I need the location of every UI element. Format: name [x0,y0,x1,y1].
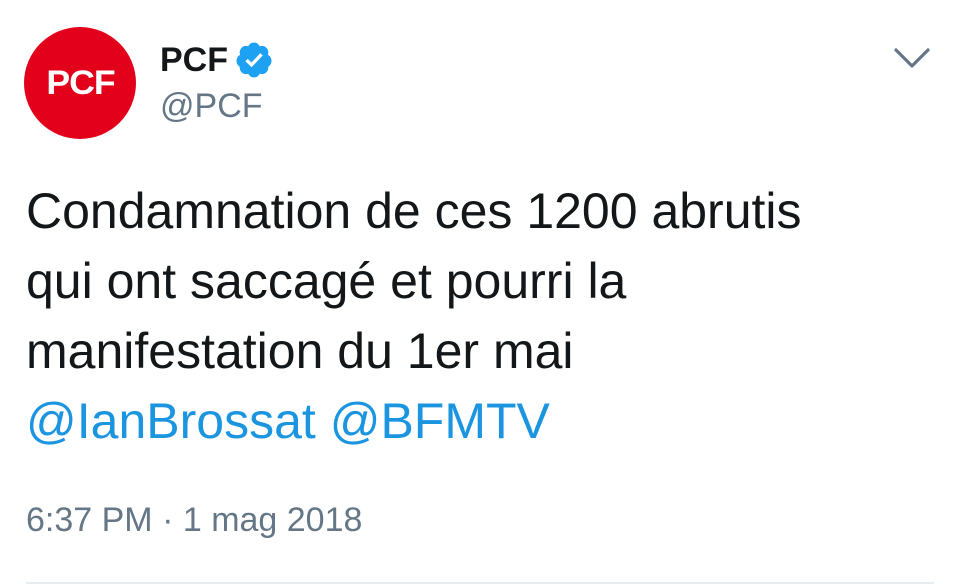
chevron-down-icon[interactable] [893,46,931,72]
username-handle[interactable]: @PCF [160,86,263,127]
tweet-text-line: Condamnation de ces 1200 abrutis [26,183,802,239]
tweet-text-line: qui ont saccagé et pourri la [26,253,627,309]
tweet-text: Condamnation de ces 1200 abrutis qui ont… [26,176,936,456]
tweet-timestamp[interactable]: 6:37 PM · 1 mag 2018 [26,500,362,541]
mentions-line: @IanBrossat @BFMTV [26,386,936,456]
mention-link-ianbrossat[interactable]: @IanBrossat [26,393,316,449]
verified-badge-icon [236,42,272,78]
display-name[interactable]: PCF [160,43,228,77]
avatar[interactable]: PCF [24,27,136,139]
divider [26,582,934,584]
avatar-logo-text: PCF [45,63,115,102]
author-name-row: PCF [160,38,274,82]
tweet-text-line: manifestation du 1er mai [26,323,574,379]
mention-link-bfmtv[interactable]: @BFMTV [330,393,550,449]
tweet-card: PCF PCF @PCF Condamnation de ces 1200 ab… [0,0,960,587]
